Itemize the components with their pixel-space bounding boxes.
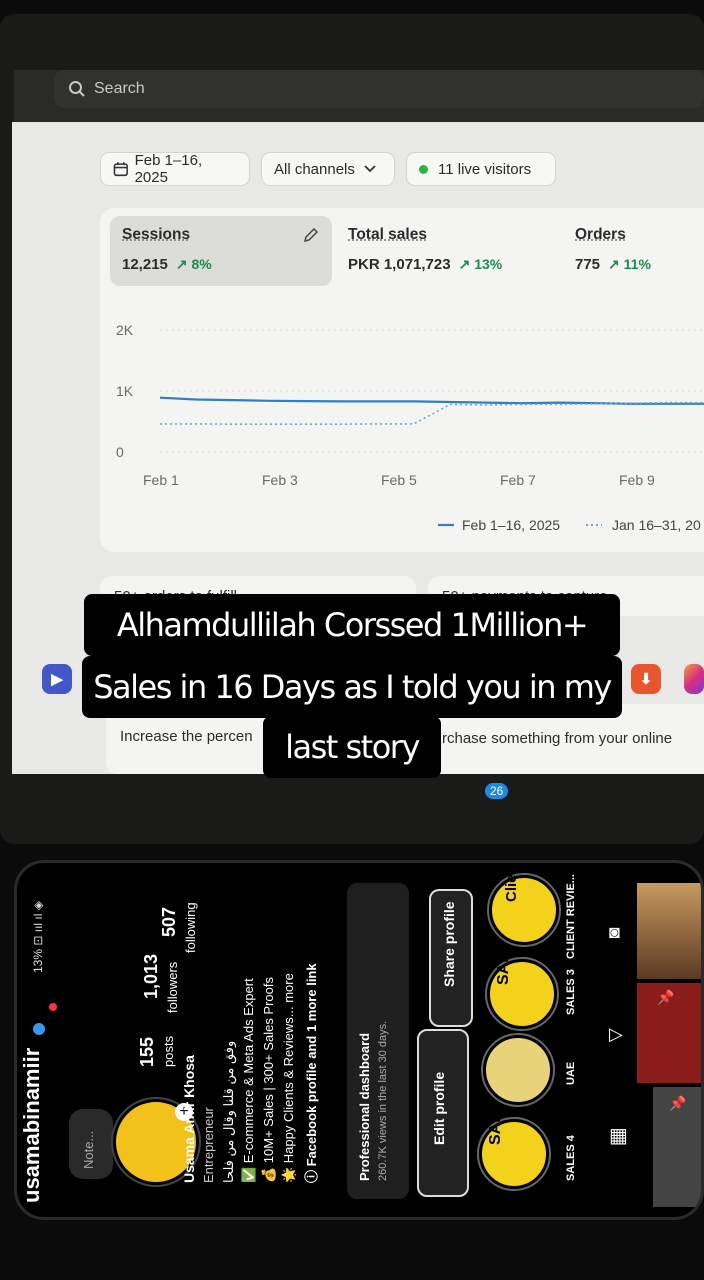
search-label: Search — [94, 80, 145, 97]
highlight-label-uae: UAE — [565, 1061, 577, 1085]
legend-label-current: Feb 1–16, 2025 — [462, 517, 560, 533]
dashboard-subtitle: 260.7K views in the last 30 days. — [377, 1020, 389, 1181]
video-app-icon[interactable]: ▶ — [42, 664, 72, 694]
legend-label-previous: Jan 16–31, 20 — [612, 517, 701, 533]
followers-count[interactable]: 1,013 — [141, 954, 162, 999]
notification-dot-icon — [49, 1003, 57, 1011]
pin-icon: 📌 — [657, 989, 675, 1005]
y-tick-label: 1K — [116, 383, 134, 399]
bio-name: Usama Amir Khosa — [181, 1055, 197, 1183]
posts-count: 155 — [137, 1036, 157, 1067]
x-tick-label: Feb 5 — [381, 472, 417, 488]
highlight-client-reviews[interactable]: Client — [487, 863, 561, 947]
search-bar[interactable]: Search — [54, 70, 704, 108]
verified-badge-icon — [33, 1023, 45, 1035]
note-label: Note... — [81, 1130, 96, 1169]
bio-line-1: وفق من قلنا وقال من فلحا — [221, 1040, 236, 1183]
highlight-sales-4[interactable]: SALES — [477, 1092, 551, 1191]
dashboard-title: Professional dashboard — [357, 1032, 372, 1181]
info-text-left: Increase the percen — [120, 728, 253, 745]
highlight-uae[interactable] — [481, 1033, 555, 1107]
y-tick-label: 0 — [116, 444, 124, 460]
tagged-tab-icon[interactable]: ◙ — [609, 921, 631, 943]
bio-line-4: 🌟 Happy Clients & Reviews... more — [281, 973, 296, 1183]
reels-tab-icon[interactable]: ▷ — [609, 1023, 631, 1045]
post-thumbnail-1[interactable] — [637, 883, 701, 979]
x-tick-label: Feb 1 — [143, 472, 179, 488]
x-tick-label: Feb 7 — [500, 472, 536, 488]
caption-line-1: Alhamdullilah Corssed 1Million+ — [84, 594, 620, 656]
grid-tab-icon[interactable]: ▦ — [609, 1125, 631, 1147]
pin-icon-2: 📌 — [669, 1095, 687, 1111]
username[interactable]: usamabinamiir — [19, 1048, 45, 1203]
notification-badge: 26 — [485, 783, 509, 799]
caption-line-3: last story — [263, 716, 441, 778]
downloader-icon[interactable]: ⬇ — [631, 664, 661, 694]
highlight-label-sales-4: SALES 4 — [565, 1135, 577, 1181]
info-text-right: rchase something from your online — [442, 730, 673, 747]
highlight-label-client-reviews: CLIENT REVIE... — [565, 874, 577, 959]
followers-label[interactable]: followers — [165, 962, 180, 1013]
bio-line-3: 💰 10M+ Sales | 300+ Sales Proofs — [261, 976, 276, 1183]
following-count[interactable]: 507 — [159, 907, 180, 937]
following-label[interactable]: following — [183, 902, 198, 953]
bio-line-2: ✅ E-commerce & Meta Ads Expert — [241, 978, 256, 1183]
series-line-1 — [159, 396, 704, 405]
edit-profile-label: Edit profile — [431, 1071, 447, 1145]
bio-links[interactable]: ⓘ Facebook profile and 1 more link — [301, 963, 320, 1183]
highlight-label-sales-3: SALES 3 — [565, 969, 577, 1015]
phone: 13% ⊡ ııl ıl ◈ usamabinamiir Note... + 1… — [14, 860, 704, 1220]
highlight-sales-3[interactable]: SALES — [485, 932, 559, 1031]
series-line-2 — [160, 401, 704, 426]
caption-line-2: Sales in 16 Days as I told you in my — [82, 656, 622, 718]
highlight-client-art: Client — [503, 860, 521, 902]
search-icon — [69, 81, 85, 97]
bio-category: Entrepreneur — [201, 1107, 216, 1183]
share-profile-label: Share profile — [441, 901, 457, 987]
status-bar: 13% ⊡ ııl ıl ◈ — [31, 901, 45, 973]
instagram-icon[interactable] — [684, 664, 704, 694]
y-tick-label: 2K — [116, 322, 134, 338]
posts-label: posts — [161, 1035, 176, 1067]
x-tick-label: Feb 3 — [262, 472, 298, 488]
x-tick-label: Feb 9 — [619, 472, 655, 488]
